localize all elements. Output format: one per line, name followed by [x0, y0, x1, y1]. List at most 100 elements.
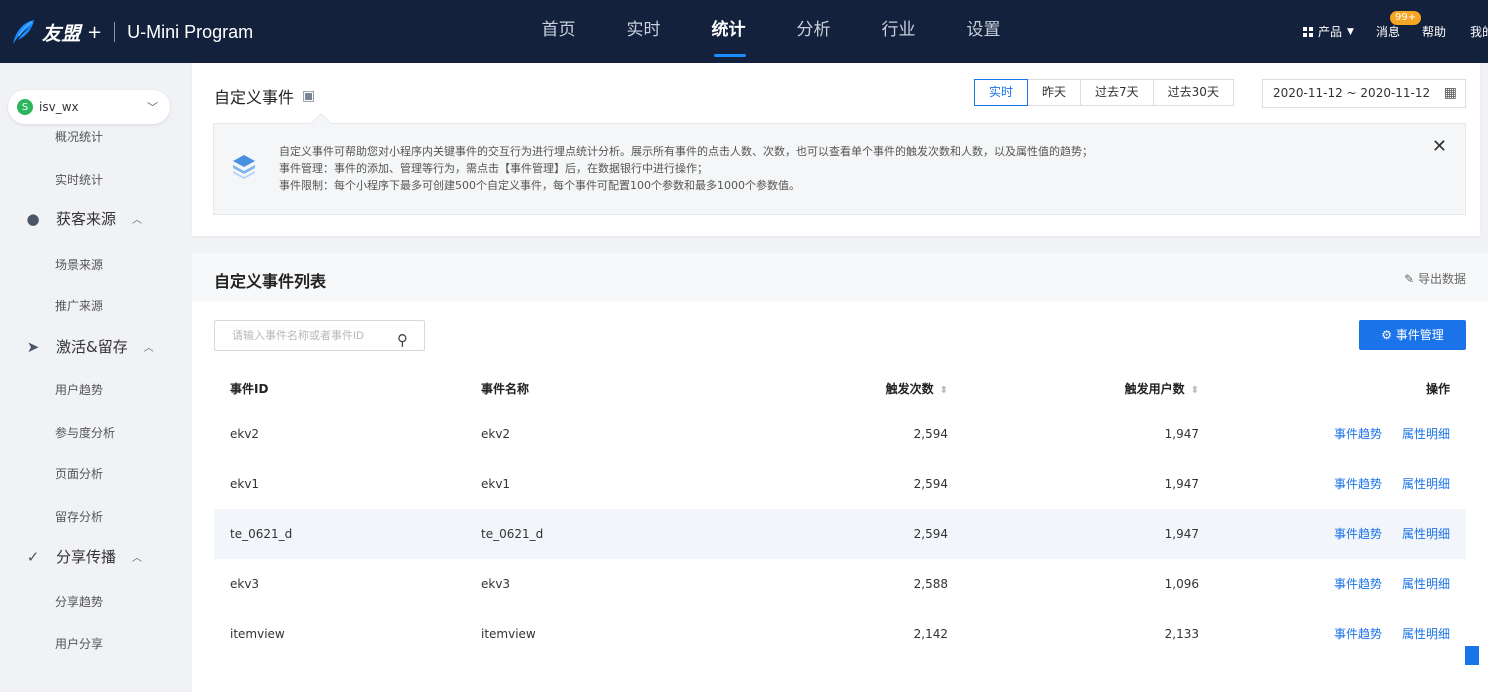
nav-statistics[interactable]: 统计	[686, 0, 771, 63]
event-trend-link[interactable]: 事件趋势	[1334, 627, 1382, 641]
close-icon[interactable]: ✕	[1432, 136, 1447, 157]
sidebar-group-retention[interactable]: ➤ 激活&留存 ︿	[22, 336, 154, 357]
event-name: itemview	[481, 627, 536, 641]
notice-text: 自定义事件可帮助您对小程序内关键事件的交互行为进行埋点统计分析。展示所有事件的点…	[279, 143, 1093, 194]
top-right-menu: 产品 ▼ 消息 99+ 帮助 我的	[1281, 0, 1488, 63]
sidebar-group-sharing[interactable]: ✓ 分享传播 ︿	[22, 546, 142, 567]
page-title: 自定义事件 ▣	[214, 84, 315, 108]
table-header-row: 事件ID 事件名称 触发次数 ⬍ 触发用户数 ⬍ 操作	[214, 369, 1466, 409]
row-actions: 事件趋势 属性明细	[1314, 559, 1450, 609]
event-name: te_0621_d	[481, 527, 544, 541]
event-id: ekv3	[230, 577, 260, 591]
event-management-button[interactable]: ⚙ 事件管理	[1359, 320, 1466, 350]
help-link[interactable]: 帮助	[1422, 23, 1446, 40]
event-users: 1,947	[1164, 527, 1199, 541]
sort-icon: ⬍	[939, 385, 948, 396]
attribute-detail-link[interactable]: 属性明细	[1402, 427, 1450, 441]
mine-link[interactable]: 我的	[1470, 23, 1488, 40]
row-actions: 事件趋势 属性明细	[1314, 609, 1450, 659]
logo[interactable]: 友盟 + U-Mini Program	[10, 18, 253, 46]
attribute-detail-link[interactable]: 属性明细	[1402, 527, 1450, 541]
chevron-up-icon: ︿	[132, 553, 143, 564]
range-tabs: 实时 昨天 过去7天 过去30天	[974, 79, 1234, 106]
sidebar-group-label: 获客来源	[56, 210, 117, 228]
app-selector[interactable]: S isv_wx ﹀	[8, 90, 170, 124]
nav-analysis[interactable]: 分析	[771, 0, 856, 63]
search-input[interactable]	[232, 330, 392, 342]
sidebar-item-overview[interactable]: 概况统计	[55, 128, 103, 145]
tab-realtime[interactable]: 实时	[974, 79, 1029, 106]
row-actions: 事件趋势 属性明细	[1314, 409, 1450, 459]
message-count-badge: 99+	[1389, 11, 1422, 25]
nav-realtime[interactable]: 实时	[601, 0, 686, 63]
attribute-detail-link[interactable]: 属性明细	[1402, 477, 1450, 491]
event-trend-link[interactable]: 事件趋势	[1334, 477, 1382, 491]
tab-last-7-days[interactable]: 过去7天	[1081, 79, 1154, 106]
sidebar-item-page-analysis[interactable]: 页面分析	[55, 465, 103, 482]
messages-label: 消息	[1375, 25, 1400, 39]
export-label: 导出数据	[1417, 272, 1466, 286]
tab-last-30-days[interactable]: 过去30天	[1153, 79, 1234, 106]
export-data-button[interactable]: ✎ 导出数据	[1404, 270, 1466, 287]
notice-arrow	[311, 113, 331, 133]
main-nav: 首页 实时 统计 分析 行业 设置	[516, 0, 1026, 63]
export-icon: ✎	[1404, 272, 1415, 286]
floating-feedback-tab[interactable]	[1465, 646, 1479, 665]
sidebar: S isv_wx ﹀ 概况统计 实时统计 ● 获客来源 ︿ 场景来源 推广来源 …	[0, 63, 192, 692]
sidebar-item-share-trend[interactable]: 分享趋势	[55, 593, 103, 610]
table-row: itemview itemview 2,142 2,133 事件趋势 属性明细	[214, 609, 1466, 659]
product-name: U-Mini Program	[127, 21, 254, 42]
event-trend-link[interactable]: 事件趋势	[1334, 427, 1382, 441]
sidebar-item-engagement[interactable]: 参与度分析	[55, 424, 115, 441]
notice-line: 自定义事件可帮助您对小程序内关键事件的交互行为进行埋点统计分析。展示所有事件的点…	[279, 145, 1093, 158]
sidebar-group-label: 激活&留存	[56, 338, 128, 356]
list-header: 自定义事件列表 ✎ 导出数据	[192, 253, 1488, 301]
event-trend-link[interactable]: 事件趋势	[1334, 527, 1382, 541]
sidebar-item-user-share[interactable]: 用户分享	[55, 635, 103, 652]
date-range-picker[interactable]: 2020-11-12 ~ 2020-11-12 ▦	[1262, 79, 1466, 108]
col-header-users-label: 触发用户数	[1124, 382, 1185, 396]
sidebar-item-retention-analysis[interactable]: 留存分析	[55, 508, 103, 525]
sidebar-item-realtime[interactable]: 实时统计	[55, 171, 103, 188]
notice-line: 事件限制：每个小程序下最多可创建500个自定义事件，每个事件可配置100个参数和…	[279, 179, 800, 192]
event-management-label: 事件管理	[1395, 328, 1444, 342]
help-label: 帮助	[1421, 25, 1446, 39]
col-header-users[interactable]: 触发用户数 ⬍	[1125, 369, 1199, 411]
nav-settings[interactable]: 设置	[941, 0, 1026, 63]
event-id: itemview	[230, 627, 285, 641]
products-menu[interactable]: 产品 ▼	[1303, 23, 1354, 40]
notice-line: 事件管理：事件的添加、管理等行为，需点击【事件管理】后，在数据银行中进行操作；	[279, 162, 708, 175]
sidebar-item-user-trend[interactable]: 用户趋势	[55, 381, 103, 398]
row-actions: 事件趋势 属性明细	[1314, 459, 1450, 509]
sidebar-item-scene-source[interactable]: 场景来源	[55, 256, 103, 273]
table-row: ekv1 ekv1 2,594 1,947 事件趋势 属性明细	[214, 459, 1466, 509]
tab-yesterday[interactable]: 昨天	[1028, 79, 1082, 106]
col-header-count-label: 触发次数	[885, 382, 934, 396]
event-trend-link[interactable]: 事件趋势	[1334, 577, 1382, 591]
event-users: 1,947	[1164, 477, 1199, 491]
col-header-count[interactable]: 触发次数 ⬍	[886, 369, 948, 411]
gear-icon: ⚙	[1381, 328, 1392, 342]
event-id: ekv2	[230, 427, 260, 441]
chevron-up-icon: ︿	[132, 215, 143, 226]
attribute-detail-link[interactable]: 属性明细	[1402, 577, 1450, 591]
sidebar-group-acquisition[interactable]: ● 获客来源 ︿	[22, 208, 142, 229]
event-name: ekv2	[481, 427, 511, 441]
nav-industry[interactable]: 行业	[856, 0, 941, 63]
nav-home[interactable]: 首页	[516, 0, 601, 63]
feather-logo-icon	[13, 20, 34, 44]
search-icon[interactable]: ⚲	[397, 326, 408, 355]
caret-down-icon: ▼	[1347, 26, 1354, 37]
messages-link[interactable]: 消息 99+	[1375, 11, 1422, 40]
book-icon[interactable]: ▣	[302, 88, 315, 104]
sidebar-group-label: 分享传播	[56, 548, 117, 566]
attribute-detail-link[interactable]: 属性明细	[1402, 627, 1450, 641]
sidebar-item-promo-source[interactable]: 推广来源	[55, 297, 103, 314]
col-header-ops: 操作	[1425, 382, 1450, 396]
users-icon: ●	[26, 209, 40, 228]
logo-plus: +	[87, 21, 103, 43]
event-name: ekv1	[481, 477, 511, 491]
event-users: 1,947	[1164, 427, 1199, 441]
sort-icon: ⬍	[1190, 385, 1199, 396]
table-row: te_0621_d te_0621_d 2,594 1,947 事件趋势 属性明细	[214, 509, 1466, 559]
